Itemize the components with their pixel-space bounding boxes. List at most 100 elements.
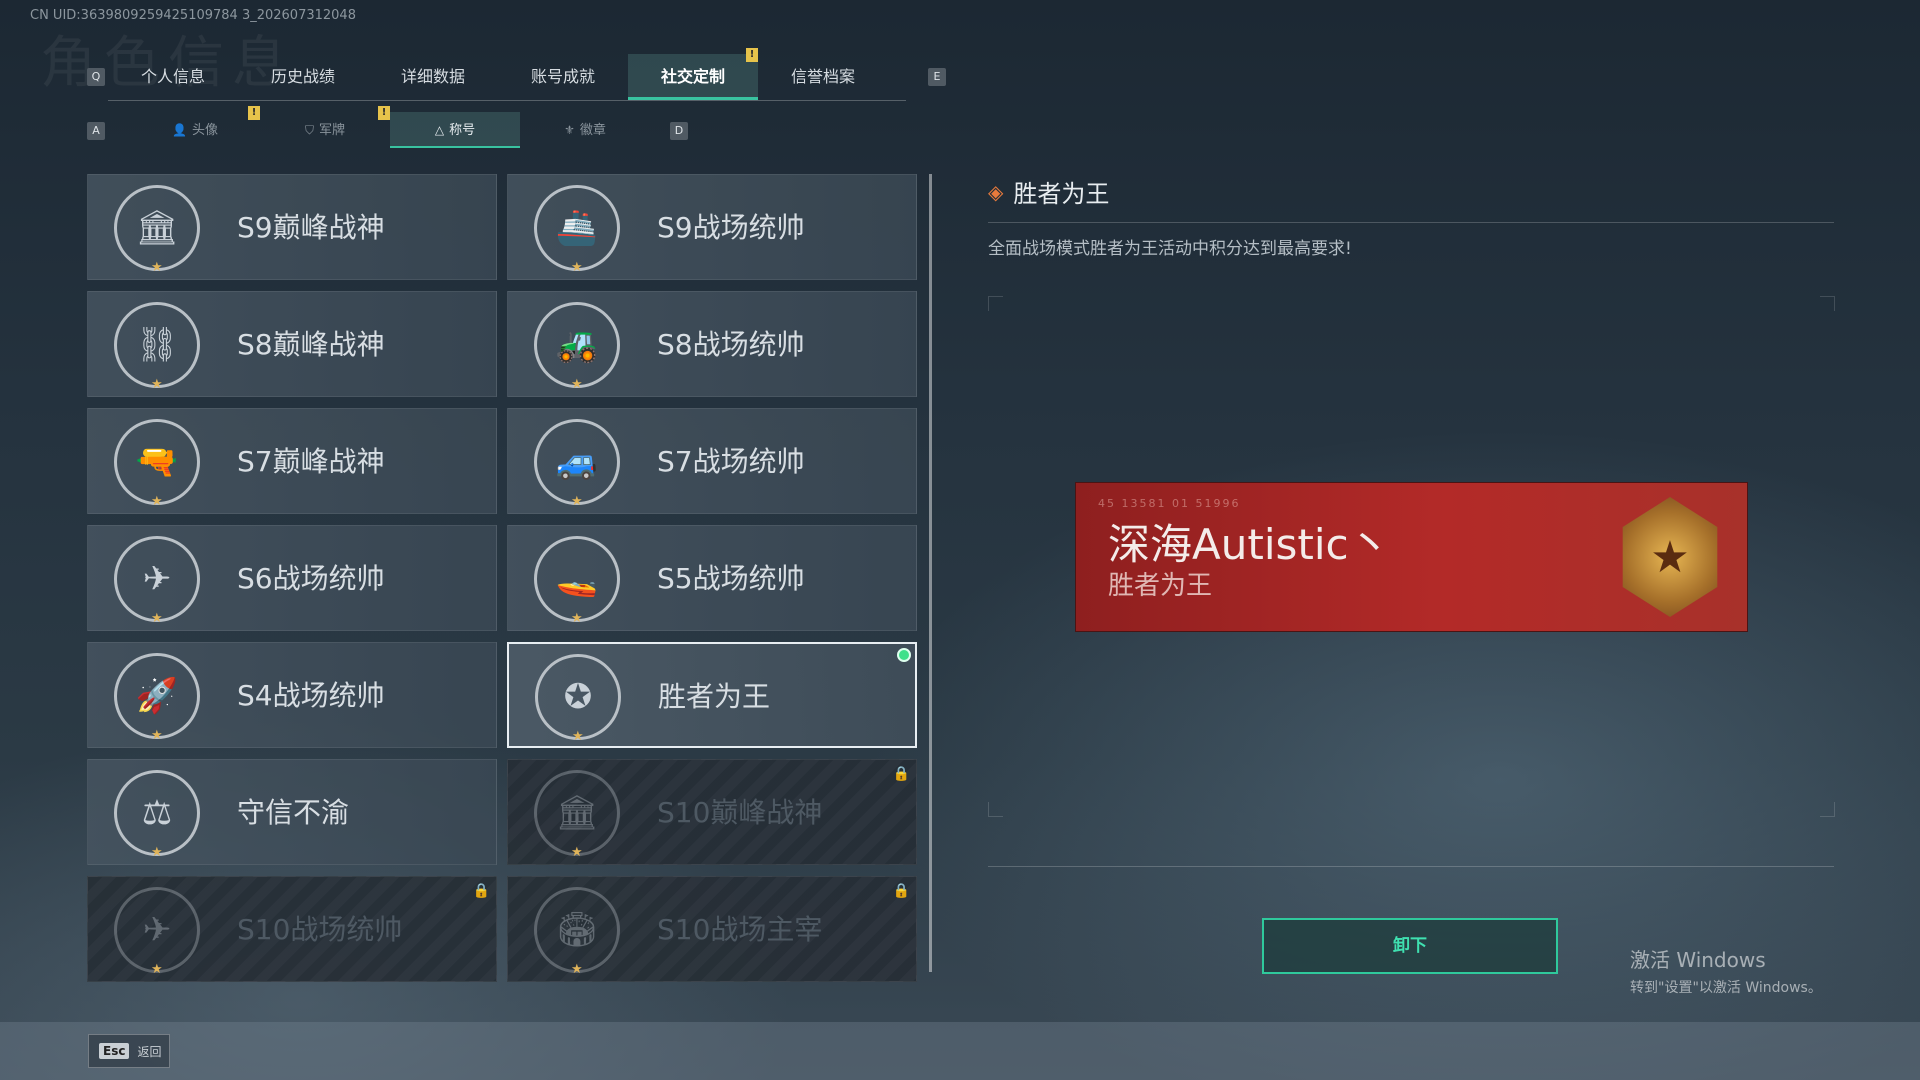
title-card-name: S8巅峰战神 <box>237 328 385 361</box>
title-emblem-icon: ✈ <box>114 887 200 973</box>
frame-corner <box>988 802 1003 817</box>
lock-icon: 🔒 <box>472 883 490 899</box>
tab-reputation[interactable]: 信誉档案 <box>758 54 888 100</box>
star-icon: ★ <box>571 494 583 509</box>
title-emblem-icon: 🏛 <box>114 185 200 271</box>
star-icon: ★ <box>571 845 583 860</box>
title-emblem-icon: ✈ <box>114 536 200 622</box>
title-card-name: S9巅峰战神 <box>237 211 385 244</box>
title-emblem-icon: 🚜 <box>534 302 620 388</box>
title-emblem-icon: 🚤 <box>534 536 620 622</box>
star-icon: ★ <box>571 962 583 977</box>
title-card-name: S6战场统帅 <box>237 562 385 595</box>
title-emblem-icon: ⚖ <box>114 770 200 856</box>
star-icon: ★ <box>572 729 584 744</box>
title-emblem-icon: 🏟 <box>534 887 620 973</box>
tab-social-custom[interactable]: 社交定制! <box>628 48 758 100</box>
title-emblem-icon: 🚙 <box>534 419 620 505</box>
title-card[interactable]: 🚜 ★ S8战场统帅 <box>507 291 917 397</box>
tab-history[interactable]: 历史战绩 <box>238 54 368 100</box>
main-tabs: 个人信息 历史战绩 详细数据 账号成就 社交定制! 信誉档案 <box>108 48 906 101</box>
frame-corner <box>1820 296 1835 311</box>
diamond-icon: ◈ <box>988 179 1004 204</box>
lock-icon: 🔒 <box>892 883 910 899</box>
title-banner-preview: 45 13581 01 51996 深海Autistic丶 胜者为王 ★ <box>1075 482 1748 632</box>
subtab-dogtag[interactable]: ⛉ 军牌! <box>260 106 390 148</box>
windows-activation-notice: 激活 Windows 转到"设置"以激活 Windows。 <box>1630 948 1822 996</box>
frame-corner <box>988 296 1003 311</box>
star-icon: ★ <box>151 494 163 509</box>
title-card[interactable]: 🚤 ★ S5战场统帅 <box>507 525 917 631</box>
subtab-title[interactable]: △ 称号 <box>390 112 520 148</box>
title-card[interactable]: 🏛 ★ S10巅峰战神 🔒 <box>507 759 917 865</box>
warning-icon: ! <box>248 106 260 120</box>
title-card-name: S4战场统帅 <box>237 679 385 712</box>
person-icon: 👤 <box>172 123 187 137</box>
medal-icon: ★ <box>1622 497 1718 617</box>
title-emblem-icon: ⛓ <box>114 302 200 388</box>
title-emblem-icon: ✪ <box>535 654 621 740</box>
title-card-name: S8战场统帅 <box>657 328 805 361</box>
back-label: 返回 <box>137 1044 162 1059</box>
unequip-button[interactable]: 卸下 <box>1262 918 1558 974</box>
divider <box>988 222 1834 223</box>
title-card-name: 胜者为王 <box>658 680 771 713</box>
back-button[interactable]: Esc 返回 <box>88 1034 170 1068</box>
title-emblem-icon: 🔫 <box>114 419 200 505</box>
star-icon: ★ <box>571 377 583 392</box>
triangle-icon: △ <box>434 123 445 137</box>
title-card-name: S10战场统帅 <box>237 913 403 946</box>
title-card-name: S10巅峰战神 <box>657 796 823 829</box>
tab-achievements[interactable]: 账号成就 <box>498 54 628 100</box>
badge-icon: ⚜ <box>564 123 575 137</box>
star-icon: ★ <box>151 962 163 977</box>
banner-player-name: 深海Autistic丶 <box>1108 520 1391 569</box>
title-card-name: S7战场统帅 <box>657 445 805 478</box>
next-tab-key[interactable]: E <box>928 68 946 86</box>
prev-subtab-key[interactable]: A <box>87 122 105 140</box>
warning-icon: ! <box>378 106 390 120</box>
banner-title: 胜者为王 <box>1108 571 1213 601</box>
title-card[interactable]: ✈ ★ S6战场统帅 <box>87 525 497 631</box>
star-icon: ★ <box>151 611 163 626</box>
frame-corner <box>1820 802 1835 817</box>
title-card[interactable]: 🏟 ★ S10战场主宰 🔒 <box>507 876 917 982</box>
star-icon: ★ <box>571 611 583 626</box>
scrollbar[interactable] <box>929 174 932 972</box>
tab-personal-info[interactable]: 个人信息 <box>108 54 238 100</box>
title-card-name: 守信不渝 <box>237 796 350 829</box>
next-subtab-key[interactable]: D <box>670 122 688 140</box>
star-icon: ★ <box>151 260 163 275</box>
prev-tab-key[interactable]: Q <box>87 68 105 86</box>
star-icon: ★ <box>571 260 583 275</box>
title-card-name: S7巅峰战神 <box>237 445 385 478</box>
title-card-name: S9战场统帅 <box>657 211 805 244</box>
title-emblem-icon: 🚀 <box>114 653 200 739</box>
title-card-name: S5战场统帅 <box>657 562 805 595</box>
lock-icon: 🔒 <box>892 766 910 782</box>
footer-bar <box>0 1022 1920 1080</box>
warning-icon: ! <box>746 48 758 62</box>
title-card[interactable]: 🏛 ★ S9巅峰战神 <box>87 174 497 280</box>
title-card[interactable]: 🚀 ★ S4战场统帅 <box>87 642 497 748</box>
banner-code: 45 13581 01 51996 <box>1098 497 1241 510</box>
title-card[interactable]: ✪ ★ 胜者为王 <box>507 642 917 748</box>
title-card[interactable]: ✈ ★ S10战场统帅 🔒 <box>87 876 497 982</box>
title-card[interactable]: 🚙 ★ S7战场统帅 <box>507 408 917 514</box>
title-card[interactable]: ⛓ ★ S8巅峰战神 <box>87 291 497 397</box>
title-card[interactable]: 🚢 ★ S9战场统帅 <box>507 174 917 280</box>
tab-detailed-data[interactable]: 详细数据 <box>368 54 498 100</box>
subtab-badge[interactable]: ⚜ 徽章 <box>520 112 650 148</box>
title-card[interactable]: 🔫 ★ S7巅峰战神 <box>87 408 497 514</box>
star-icon: ★ <box>151 377 163 392</box>
title-emblem-icon: 🚢 <box>534 185 620 271</box>
detail-title: ◈ 胜者为王 <box>988 179 1110 209</box>
star-icon: ★ <box>151 728 163 743</box>
divider <box>988 866 1834 867</box>
subtab-avatar[interactable]: 👤 头像! <box>130 106 260 148</box>
title-emblem-icon: 🏛 <box>534 770 620 856</box>
equipped-indicator <box>897 648 911 662</box>
detail-description: 全面战场模式胜者为王活动中积分达到最高要求! <box>988 239 1352 259</box>
title-card[interactable]: ⚖ ★ 守信不渝 <box>87 759 497 865</box>
title-card-name: S10战场主宰 <box>657 913 823 946</box>
